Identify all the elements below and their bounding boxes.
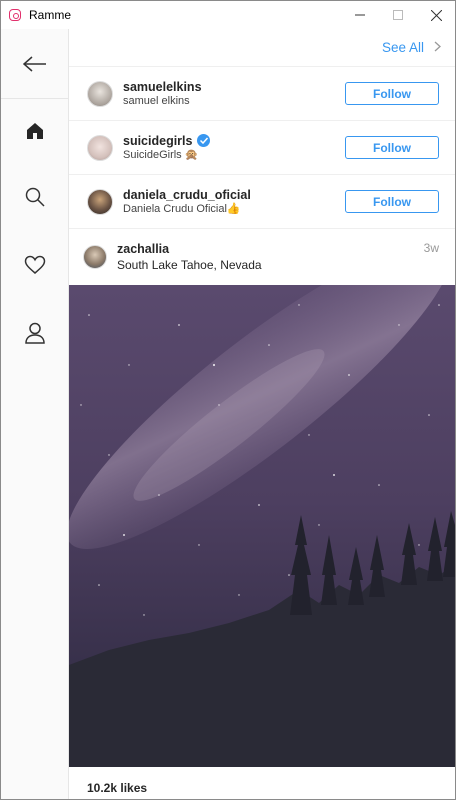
suggestion-item: suicidegirls SuicideGirls 🙊 Follow [69,121,455,175]
main-feed: See All samuelelkins samuel elkins Follo… [69,29,455,799]
avatar[interactable] [83,245,107,269]
follow-button[interactable]: Follow [345,136,439,159]
suggestion-fullname: SuicideGirls 🙊 [123,148,199,161]
window-controls [341,1,455,29]
avatar[interactable] [87,188,113,215]
back-arrow-icon [22,55,46,72]
close-button[interactable] [417,1,455,29]
suggestion-username[interactable]: suicidegirls [123,134,192,148]
suggestion-username-row: suicidegirls [123,134,211,148]
profile-icon [25,322,45,344]
post-username[interactable]: zachallia [117,242,262,256]
verified-badge-icon [197,134,211,147]
instagram-logo-icon [9,9,21,21]
activity-button[interactable] [21,251,49,279]
window-title: Ramme [29,8,72,22]
avatar[interactable] [87,134,113,161]
home-button[interactable] [21,117,49,145]
post-header: zachallia South Lake Tahoe, Nevada 3w [69,229,455,285]
back-button[interactable] [1,29,68,99]
profile-button[interactable] [21,319,49,347]
sidebar [1,29,69,799]
chevron-right-icon[interactable] [434,40,441,55]
suggestion-fullname: Daniela Crudu Oficial👍 [123,202,241,215]
maximize-button[interactable] [379,1,417,29]
avatar[interactable] [87,80,113,107]
search-button[interactable] [21,183,49,211]
suggestion-item: samuelelkins samuel elkins Follow [69,67,455,121]
post-location[interactable]: South Lake Tahoe, Nevada [117,258,262,272]
minimize-button[interactable] [341,1,379,29]
close-icon [430,9,442,21]
likes-count[interactable]: 10.2k likes [87,781,147,795]
post-image[interactable] [69,285,455,767]
suggestion-fullname: samuel elkins [123,94,190,107]
see-all-link[interactable]: See All [382,40,424,55]
maximize-icon [393,10,403,20]
night-sky-image [69,285,455,767]
search-icon [25,187,45,207]
minimize-icon [355,14,365,16]
follow-button[interactable]: Follow [345,190,439,213]
title-bar: Ramme [1,1,455,29]
follow-button[interactable]: Follow [345,82,439,105]
heart-icon [24,255,46,274]
suggestion-item: daniela_crudu_oficial Daniela Crudu Ofic… [69,175,455,229]
post-timestamp: 3w [423,241,439,255]
suggestions-header: See All [69,29,455,67]
app-window: Ramme See All samuelelkins samuel elkins… [0,0,456,800]
suggestion-username[interactable]: samuelelkins [123,80,202,94]
home-icon [27,123,43,139]
suggestion-username[interactable]: daniela_crudu_oficial [123,188,251,202]
